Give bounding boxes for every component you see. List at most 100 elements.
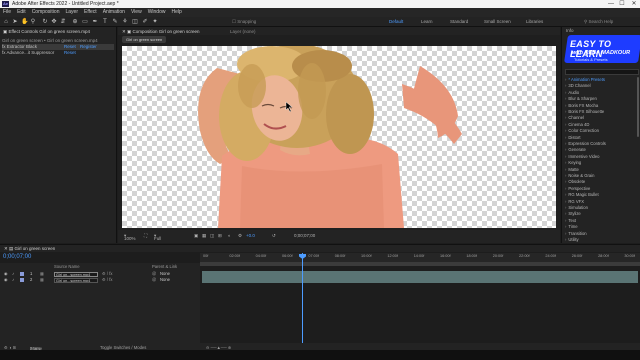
expand-chevron-icon[interactable]: › <box>565 167 566 172</box>
exposure-value[interactable]: +0.0 <box>246 233 255 238</box>
composition-tab[interactable]: ✕ ▣ Composition Girl on green screen <box>122 29 200 35</box>
anchor-tool-icon[interactable]: ⊕ <box>72 19 78 25</box>
expand-chevron-icon[interactable]: › <box>565 160 566 165</box>
fit-icon[interactable]: ⛶ <box>144 233 147 238</box>
menu-file[interactable]: File <box>0 8 14 17</box>
parent-link-header[interactable]: Parent & Link <box>152 264 177 270</box>
close-button[interactable]: ✕ <box>629 0 639 8</box>
maximize-button[interactable]: ☐ <box>617 0 627 8</box>
source-name-header[interactable]: Source Name <box>54 264 80 270</box>
expand-chevron-icon[interactable]: › <box>565 128 566 133</box>
rectangle-tool-icon[interactable]: ▭ <box>82 19 88 25</box>
puppet-tool-icon[interactable]: ✦ <box>152 19 158 25</box>
effects-search-input[interactable] <box>565 69 639 75</box>
expand-chevron-icon[interactable]: › <box>565 205 566 210</box>
channel-icon[interactable]: ◐ <box>228 233 231 238</box>
work-area-bar[interactable] <box>200 262 640 266</box>
audio-icon[interactable]: ♪ <box>12 277 14 283</box>
info-tab[interactable]: Info <box>566 28 574 33</box>
pan-tool-icon[interactable]: ✥ <box>51 19 57 25</box>
parent-dropdown[interactable]: None <box>160 277 170 283</box>
workspace-libraries[interactable]: Libraries <box>526 19 543 24</box>
expand-chevron-icon[interactable]: › <box>565 173 566 178</box>
layer-row-2[interactable]: ◉ ♪ 2 ▦ Girl on...screen.mp4 ⚙ / fx @ No… <box>0 277 200 283</box>
mask-visibility-icon[interactable]: ◫ <box>210 233 214 239</box>
expand-chevron-icon[interactable]: › <box>565 122 566 127</box>
timeline-tab[interactable]: ✕ ▤ Girl on green screen <box>4 246 55 252</box>
expand-chevron-icon[interactable]: › <box>565 179 566 184</box>
menu-effect[interactable]: Effect <box>81 8 100 17</box>
composition-viewer[interactable] <box>122 46 556 228</box>
expand-chevron-icon[interactable]: › <box>565 83 566 88</box>
workspace-small-screen[interactable]: Small Screen <box>484 19 511 24</box>
reset-link[interactable]: Reset <box>64 50 76 56</box>
menu-help[interactable]: Help <box>168 8 184 17</box>
expand-chevron-icon[interactable]: › <box>565 199 566 204</box>
effect-row-advanced-spill[interactable]: fx Advance...it Suppressor Reset <box>2 50 114 56</box>
expand-chevron-icon[interactable]: › <box>565 135 566 140</box>
label-color-swatch[interactable] <box>20 272 24 276</box>
expand-chevron-icon[interactable]: › <box>565 90 566 95</box>
effect-category[interactable]: › Utility <box>565 237 639 243</box>
expand-chevron-icon[interactable]: › <box>565 192 566 197</box>
minimize-button[interactable]: — <box>606 0 616 8</box>
pen-tool-icon[interactable]: ✒ <box>92 19 98 25</box>
menu-animation[interactable]: Animation <box>100 8 128 17</box>
layer-2-track-bar[interactable] <box>202 277 638 283</box>
snapping-toggle[interactable]: ☐ Snapping <box>232 19 256 25</box>
region-icon[interactable]: ▣ <box>194 233 198 239</box>
type-tool-icon[interactable]: T <box>102 19 108 25</box>
expand-chevron-icon[interactable]: › <box>565 186 566 191</box>
label-color-swatch[interactable] <box>20 278 24 282</box>
resolution-dropdown[interactable]: Full ▾ <box>154 233 161 241</box>
menu-composition[interactable]: Composition <box>29 8 63 17</box>
roto-brush-tool-icon[interactable]: ✐ <box>142 19 148 25</box>
snapshot-icon[interactable]: ⚙ <box>238 233 242 239</box>
expand-chevron-icon[interactable]: › <box>565 96 566 101</box>
layer-name[interactable]: Girl on...screen.mp4 <box>54 271 98 277</box>
toggle-switches-modes[interactable]: Toggle Switches / Modes <box>100 345 146 350</box>
timeline-zoom-slider[interactable]: ⊖ ──▲── ⊕ <box>206 345 231 350</box>
playhead[interactable] <box>302 253 303 351</box>
layer-switches[interactable]: ⚙ / fx <box>102 277 113 283</box>
zoom-dropdown[interactable]: 100% ▾ <box>124 233 136 241</box>
expand-chevron-icon[interactable]: › <box>565 147 566 152</box>
workspace-standard[interactable]: Standard <box>450 19 468 24</box>
expand-chevron-icon[interactable]: › <box>565 218 566 223</box>
selection-tool-icon[interactable]: ➤ <box>12 19 18 25</box>
brush-tool-icon[interactable]: ✎ <box>112 19 118 25</box>
expand-chevron-icon[interactable]: › <box>565 231 566 236</box>
parent-pickwhip-icon[interactable]: @ <box>152 277 156 283</box>
expand-chevron-icon[interactable]: › <box>565 141 566 146</box>
visibility-eye-icon[interactable]: ◉ <box>4 277 8 283</box>
clone-stamp-tool-icon[interactable]: ⚘ <box>122 19 128 25</box>
eraser-tool-icon[interactable]: ◫ <box>132 19 138 25</box>
layer-name[interactable]: Girl on...screen.mp4 <box>54 277 98 283</box>
zoom-tool-icon[interactable]: ⚲ <box>30 19 36 25</box>
guides-icon[interactable]: ⊞ <box>218 233 222 239</box>
expand-chevron-icon[interactable]: › <box>565 115 566 120</box>
menu-layer[interactable]: Layer <box>62 8 81 17</box>
composition-breadcrumb[interactable]: Girl on green screen <box>122 36 167 43</box>
effect-controls-tab[interactable]: ▣ Effect Controls Girl on green screen.m… <box>3 29 90 35</box>
transparency-grid-icon[interactable]: ▦ <box>202 233 206 239</box>
dolly-tool-icon[interactable]: ⇵ <box>60 19 66 25</box>
expand-chevron-icon[interactable]: › <box>565 237 566 242</box>
time-ruler[interactable]: 00f 02:00f 04:00f 06:00f 07:00f 08:00f 10:00f 1… <box>200 253 640 262</box>
home-icon[interactable]: ⌂ <box>3 19 9 25</box>
workspace-default[interactable]: Default <box>389 19 403 24</box>
search-help-field[interactable]: ⚲ Search Help <box>584 19 613 25</box>
expand-chevron-icon[interactable]: › <box>565 224 566 229</box>
effects-scrollbar[interactable] <box>637 77 639 137</box>
menu-view[interactable]: View <box>128 8 145 17</box>
viewer-timecode[interactable]: 0;00;07;00 <box>294 233 315 238</box>
reset-exposure-icon[interactable]: ↺ <box>272 233 276 239</box>
workspace-learn[interactable]: Learn <box>421 19 433 24</box>
render-settings-icon[interactable]: ⚙ ◑ ⊞ <box>4 345 16 350</box>
expand-chevron-icon[interactable]: › <box>565 103 566 108</box>
expand-chevron-icon[interactable]: › <box>565 109 566 114</box>
expand-chevron-icon[interactable]: › <box>565 211 566 216</box>
timeline-timecode[interactable]: 0;00;07;00 <box>3 254 31 260</box>
menu-window[interactable]: Window <box>145 8 169 17</box>
layer-tab[interactable]: Layer (none) <box>230 29 256 34</box>
